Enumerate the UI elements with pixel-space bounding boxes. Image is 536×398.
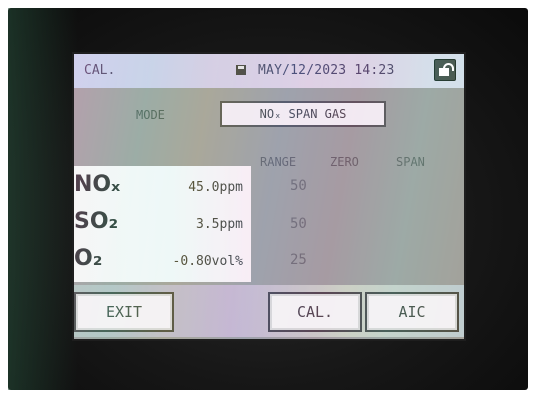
gas-row-o2: O₂ -0.80vol% (74, 246, 251, 280)
gas-readings-panel: NOₓ 45.0ppm SO₂ 3.5ppm O₂ -0.80vol% (74, 166, 251, 282)
save-icon (236, 65, 246, 75)
span-header: SPAN (396, 155, 425, 169)
zero-header: ZERO (330, 155, 359, 169)
exit-button[interactable]: EXIT (74, 292, 174, 332)
aic-button[interactable]: AIC (365, 292, 459, 332)
datetime-text: MAY/12/2023 14:23 (258, 63, 395, 78)
gas-name-o2: O₂ (74, 246, 103, 271)
range-value-o2: 25 (290, 252, 307, 268)
unlock-icon[interactable] (434, 59, 456, 81)
mode-select[interactable]: NOₓ SPAN GAS (220, 101, 386, 127)
gas-name-so2: SO₂ (74, 209, 119, 234)
aic-button-label: AIC (398, 303, 426, 321)
gas-row-so2: SO₂ 3.5ppm (74, 209, 251, 243)
button-bar: EXIT CAL. AIC (74, 285, 464, 337)
gas-value-so2: 3.5ppm (196, 217, 243, 232)
cal-button[interactable]: CAL. (268, 292, 362, 332)
bezel-glow (8, 8, 78, 390)
datetime: MAY/12/2023 14:23 (236, 63, 395, 78)
cal-button-label: CAL. (296, 303, 334, 321)
lcd-screen: CAL. MAY/12/2023 14:23 MODE NOₓ SPAN GAS… (72, 52, 466, 341)
gas-name-nox: NOₓ (74, 172, 121, 197)
range-value-nox: 50 (290, 178, 307, 194)
gas-value-nox: 45.0ppm (188, 180, 243, 195)
mode-value-text: NOₓ SPAN GAS (259, 107, 347, 121)
gas-row-nox: NOₓ 45.0ppm (74, 172, 251, 206)
mode-label: MODE (136, 108, 165, 122)
gas-value-o2: -0.80vol% (172, 254, 243, 269)
title-bar: CAL. MAY/12/2023 14:23 (74, 54, 464, 88)
exit-button-label: EXIT (105, 303, 143, 321)
range-header: RANGE (260, 155, 297, 169)
range-value-so2: 50 (290, 216, 307, 232)
screen-title: CAL. (84, 63, 116, 78)
